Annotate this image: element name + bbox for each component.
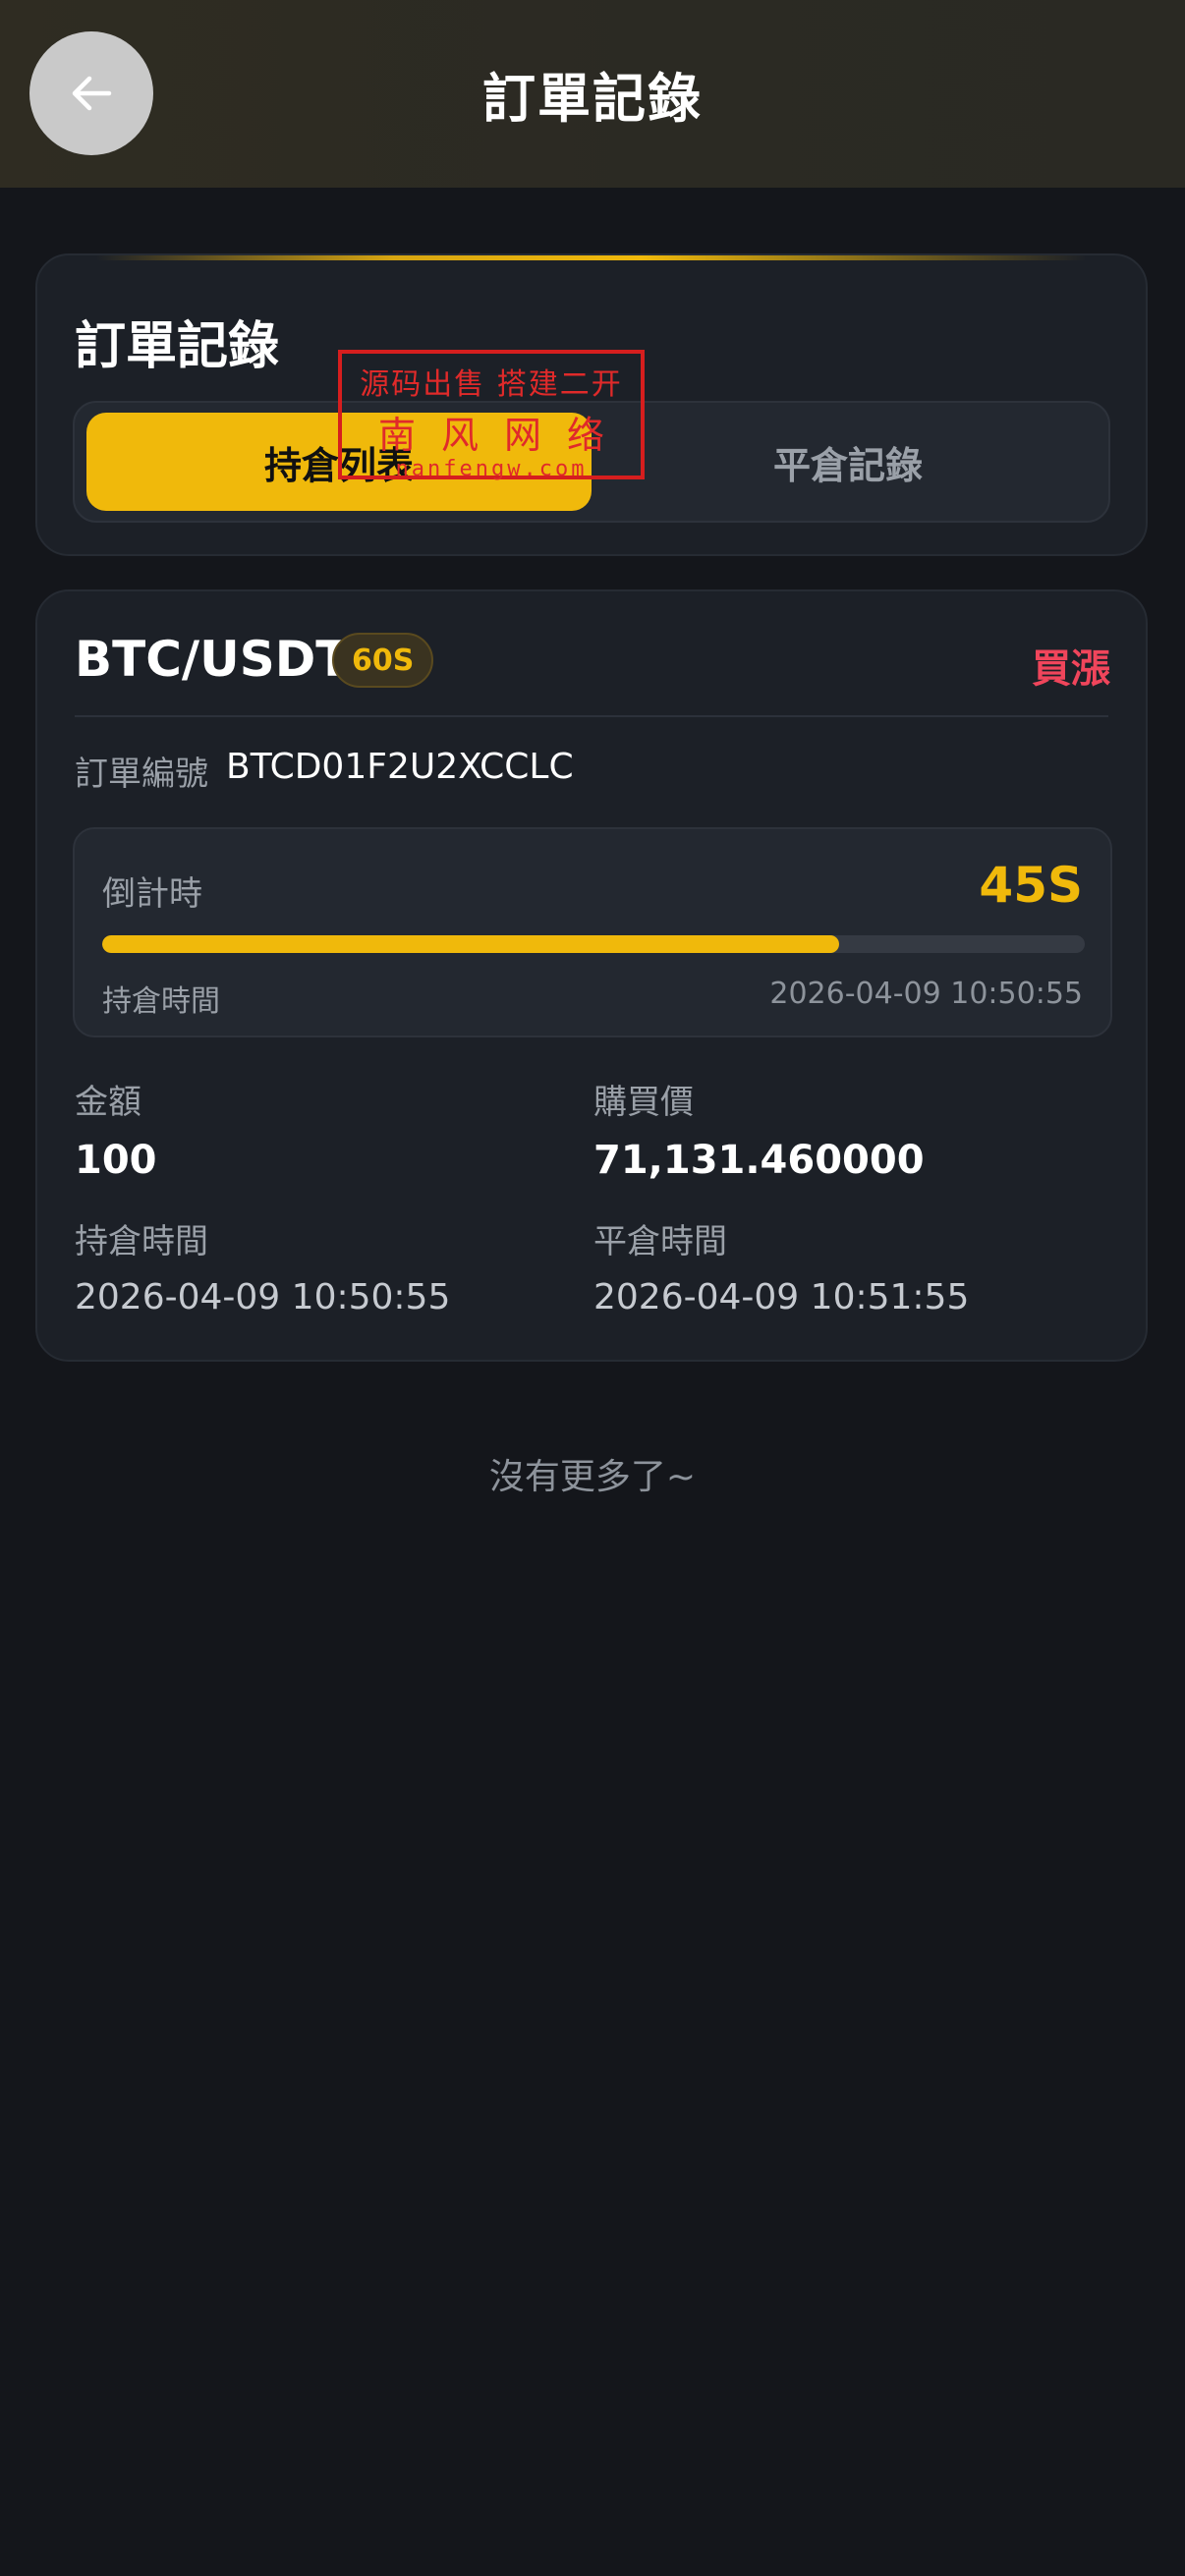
orders-header-card: 訂單記錄 持倉列表 平倉記錄: [35, 253, 1148, 556]
close-time-label: 平倉時間: [593, 1222, 727, 1261]
page-title: 訂單記錄: [482, 68, 703, 130]
order-number-value: BTCD01F2U2XCCLC: [226, 747, 574, 787]
countdown-label: 倒計時: [102, 874, 202, 914]
countdown-box: 倒計時 45S 持倉時間 2026-04-09 10:50:55: [73, 827, 1112, 1037]
order-tabs: 持倉列表 平倉記錄: [73, 401, 1110, 523]
buy-price-label: 購買價: [593, 1083, 694, 1122]
countdown-hold-time-value: 2026-04-09 10:50:55: [769, 977, 1083, 1011]
section-title: 訂單記錄: [75, 317, 280, 376]
top-bar: 訂單記錄: [0, 0, 1185, 188]
arrow-left-icon: [72, 76, 112, 111]
amount-label: 金額: [75, 1083, 141, 1122]
buy-price-value: 71,131.460000: [593, 1138, 925, 1183]
divider: [75, 715, 1108, 717]
close-time-value: 2026-04-09 10:51:55: [593, 1277, 970, 1317]
back-button[interactable]: [29, 31, 153, 155]
countdown-hold-time-label: 持倉時間: [102, 984, 220, 1019]
direction-label: 買漲: [1032, 646, 1110, 692]
open-time-value: 2026-04-09 10:50:55: [75, 1277, 451, 1317]
order-card[interactable]: BTC/USDT 60S 買漲 訂單編號 BTCD01F2U2XCCLC 倒計時…: [35, 589, 1148, 1362]
no-more-text: 沒有更多了~: [488, 1457, 697, 1497]
trading-pair: BTC/USDT: [75, 631, 350, 688]
tab-closed-positions[interactable]: 平倉記錄: [595, 413, 1100, 511]
countdown-progress-track: [102, 935, 1085, 953]
tab-open-positions[interactable]: 持倉列表: [86, 413, 592, 511]
countdown-value: 45S: [979, 857, 1083, 914]
countdown-progress-fill: [102, 935, 839, 953]
period-badge: 60S: [332, 633, 434, 688]
open-time-label: 持倉時間: [75, 1222, 208, 1261]
order-number-label: 訂單編號: [75, 755, 208, 794]
amount-value: 100: [75, 1138, 157, 1183]
